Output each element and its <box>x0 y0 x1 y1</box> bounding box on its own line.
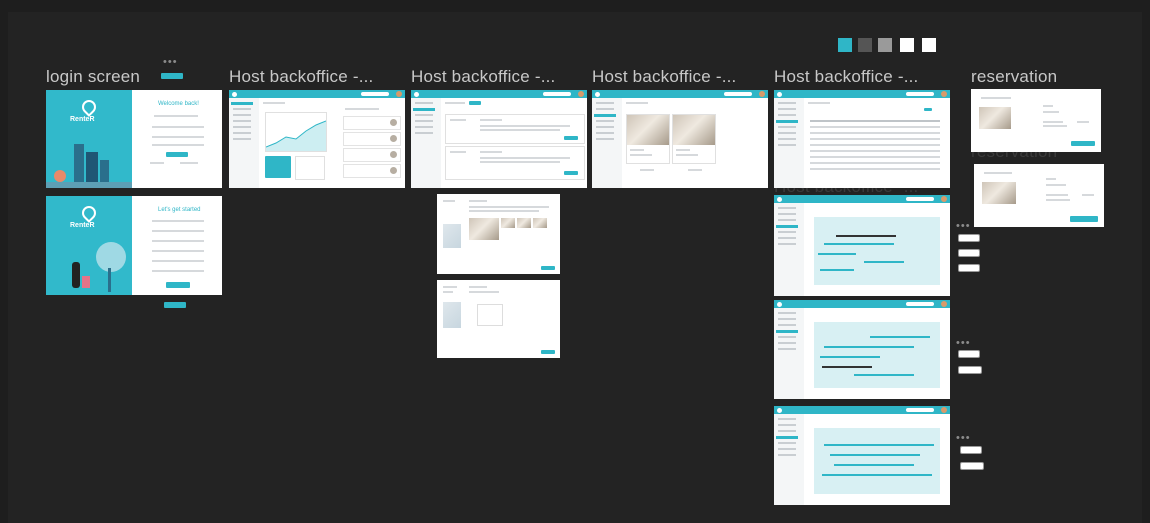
search-icon[interactable] <box>906 197 934 201</box>
ellipsis-icon[interactable]: ••• <box>956 220 971 232</box>
earnings-chart <box>265 112 327 152</box>
welcome-title: Welcome back! <box>158 101 199 107</box>
frame-title-reservation[interactable]: reservation <box>971 67 1057 87</box>
reservation-frame-2[interactable] <box>974 164 1104 227</box>
location-pin-icon <box>79 97 99 117</box>
logo-text: RenteR <box>70 116 95 123</box>
ellipsis-icon[interactable]: ••• <box>163 56 178 68</box>
property-detail-frame[interactable] <box>437 194 560 274</box>
avatar-icon[interactable] <box>578 91 584 97</box>
location-pin-icon <box>79 203 99 223</box>
signup-frame[interactable]: RenteR Let's get started <box>46 196 222 295</box>
search-icon[interactable] <box>724 92 752 96</box>
property-new-frame[interactable] <box>437 280 560 358</box>
started-title: Let's get started <box>158 207 201 213</box>
reservation-frame-1[interactable] <box>971 89 1101 152</box>
calendar-grid[interactable] <box>814 428 940 494</box>
host-calendar-frame-2[interactable] <box>774 300 950 399</box>
avatar-icon[interactable] <box>941 196 947 202</box>
swatch-teal[interactable] <box>838 38 852 52</box>
ellipsis-icon[interactable]: ••• <box>956 337 971 349</box>
avatar-icon[interactable] <box>396 91 402 97</box>
search-icon[interactable] <box>906 302 934 306</box>
login-tag[interactable] <box>161 73 183 79</box>
calendar-grid[interactable] <box>814 322 940 388</box>
host-reservations-table-frame[interactable] <box>774 90 950 188</box>
host-calendar-frame-3[interactable] <box>774 406 950 505</box>
calendar-grid[interactable] <box>814 217 940 285</box>
swatch-white-1[interactable] <box>900 38 914 52</box>
logo-text: RenteR <box>70 222 95 229</box>
frame-title-host-3[interactable]: Host backoffice -... <box>592 67 736 87</box>
frame-title-login[interactable]: login screen <box>46 67 140 87</box>
avatar-icon[interactable] <box>941 407 947 413</box>
search-icon[interactable] <box>543 92 571 96</box>
design-canvas[interactable]: login screen ••• Host backoffice -... Ho… <box>8 12 1142 523</box>
host-calendar-frame-1[interactable] <box>774 195 950 296</box>
login-button[interactable] <box>166 152 188 157</box>
search-icon[interactable] <box>906 92 934 96</box>
swatch-dark-gray[interactable] <box>858 38 872 52</box>
avatar-icon[interactable] <box>941 301 947 307</box>
host-properties-frame[interactable] <box>411 90 587 188</box>
swatch-gray[interactable] <box>878 38 892 52</box>
login-hero: RenteR <box>46 90 132 188</box>
signup-hero: RenteR <box>46 196 132 295</box>
search-icon[interactable] <box>361 92 389 96</box>
signup-button[interactable] <box>166 282 190 288</box>
host-dashboard-frame[interactable] <box>229 90 405 188</box>
avatar-icon[interactable] <box>759 91 765 97</box>
ellipsis-icon[interactable]: ••• <box>956 432 971 444</box>
stats-tile-teal <box>265 156 291 178</box>
login-frame[interactable]: RenteR Welcome back! <box>46 90 222 188</box>
host-photos-frame[interactable] <box>592 90 768 188</box>
signup-tag[interactable] <box>164 302 186 308</box>
frame-title-host-1[interactable]: Host backoffice -... <box>229 67 373 87</box>
search-icon[interactable] <box>906 408 934 412</box>
frame-title-host-4[interactable]: Host backoffice -... <box>774 67 918 87</box>
swatch-white-2[interactable] <box>922 38 936 52</box>
frame-title-host-2[interactable]: Host backoffice -... <box>411 67 555 87</box>
avatar-icon[interactable] <box>941 91 947 97</box>
